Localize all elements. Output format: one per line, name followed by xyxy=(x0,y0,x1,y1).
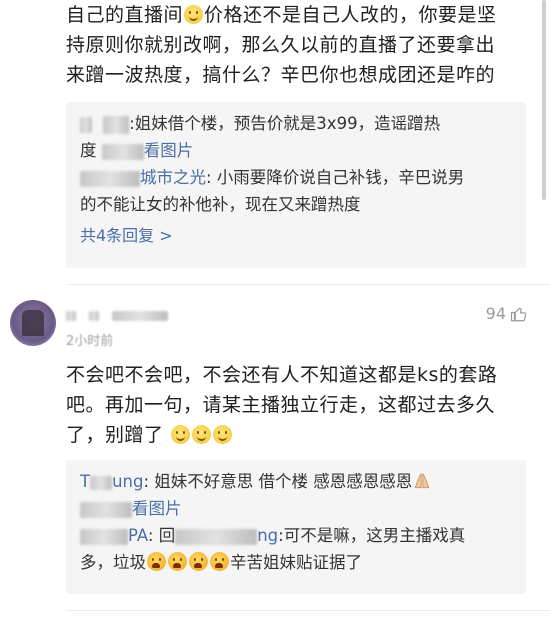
cry-emoji-icon xyxy=(147,552,166,571)
comment-2-line-2: 吧。再加一句，请某主播独立行走，这都过去多久 xyxy=(66,394,496,416)
reply-2-2[interactable]: PA: 回 ng:可不是嘛，这男主播戏真 多，垃圾 辛苦姐妹贴证据了 xyxy=(80,522,514,576)
blurred-username xyxy=(80,170,140,187)
reply-box-2: Tung: 姐妹不好意思 借个楼 感恩感恩感恩 看图片 PA: 回 ng:可不是嘛… xyxy=(66,460,526,594)
divider xyxy=(66,610,550,611)
blurred-username xyxy=(90,475,113,490)
reply-username[interactable]: 城市之光 xyxy=(140,168,206,187)
view-all-replies-link[interactable]: 共4条回复 > xyxy=(80,222,514,249)
cry-emoji-icon xyxy=(210,552,229,571)
blurred-username xyxy=(103,115,130,134)
reply-box-1: :姐妹借个楼，预告价就是3x99，造谣蹭热 度 看图片 城市之光: 小雨要降价说… xyxy=(66,102,526,268)
comment-1-line-1: 自己的直播间 价格还不是自己人改的，你要是坚 xyxy=(66,4,497,26)
timestamp: 2小时前 xyxy=(66,334,114,349)
reply-1-1[interactable]: :姐妹借个楼，预告价就是3x99，造谣蹭热 度 看图片 xyxy=(80,110,514,164)
blurred-username[interactable] xyxy=(112,310,169,321)
scrollbar[interactable] xyxy=(542,0,546,200)
blurred-text xyxy=(101,143,144,160)
blurred-username[interactable] xyxy=(89,310,100,321)
blurred-username xyxy=(80,116,92,133)
view-image-link[interactable]: 看图片 xyxy=(144,141,194,160)
reply-1-2[interactable]: 城市之光: 小雨要降价说自己补钱，辛巴说男 的不能让女的补他补，现在又来蹭热度 xyxy=(80,164,514,218)
thumbs-up-icon xyxy=(510,307,527,321)
comment-1-line-3: 来蹭一波热度，搞什么？辛巴你也想成团还是咋的 xyxy=(66,64,496,86)
comment-2-line-1: 不会吧不会吧，不会还有人不知道这都是ks的套路 xyxy=(66,364,498,386)
smile-emoji-icon xyxy=(171,425,191,444)
blurred-username xyxy=(175,528,258,545)
blurred-username[interactable] xyxy=(66,310,76,321)
smile-emoji-icon xyxy=(213,425,233,444)
comment-1-line-2: 持原则你就别改啊，那么久以前的直播了还要拿出 xyxy=(66,34,496,56)
divider xyxy=(66,284,550,285)
like-button[interactable]: 94 xyxy=(486,304,528,323)
comment-2-line-3: 了，别蹭了 xyxy=(66,420,526,450)
comment-2-text: 不会吧不会吧，不会还有人不知道这都是ks的套路 吧。再加一句，请某主播独立行走，… xyxy=(66,360,526,450)
blurred-username xyxy=(80,528,128,545)
comment-1-text: 自己的直播间 价格还不是自己人改的，你要是坚 持原则你就别改啊，那么久以前的直播了… xyxy=(66,0,526,90)
like-count: 94 xyxy=(485,304,506,323)
cry-emoji-icon xyxy=(168,552,187,571)
smile-emoji-icon xyxy=(192,425,212,444)
pray-hands-icon xyxy=(415,473,430,489)
reply-2-1[interactable]: Tung: 姐妹不好意思 借个楼 感恩感恩感恩 看图片 xyxy=(80,468,514,522)
cry-emoji-icon xyxy=(189,552,208,571)
avatar[interactable] xyxy=(10,300,56,346)
smile-emoji-icon xyxy=(184,5,204,24)
blurred-text xyxy=(80,501,132,518)
comment-2-meta: 2小时前 xyxy=(66,305,169,349)
view-image-link[interactable]: 看图片 xyxy=(132,499,182,518)
